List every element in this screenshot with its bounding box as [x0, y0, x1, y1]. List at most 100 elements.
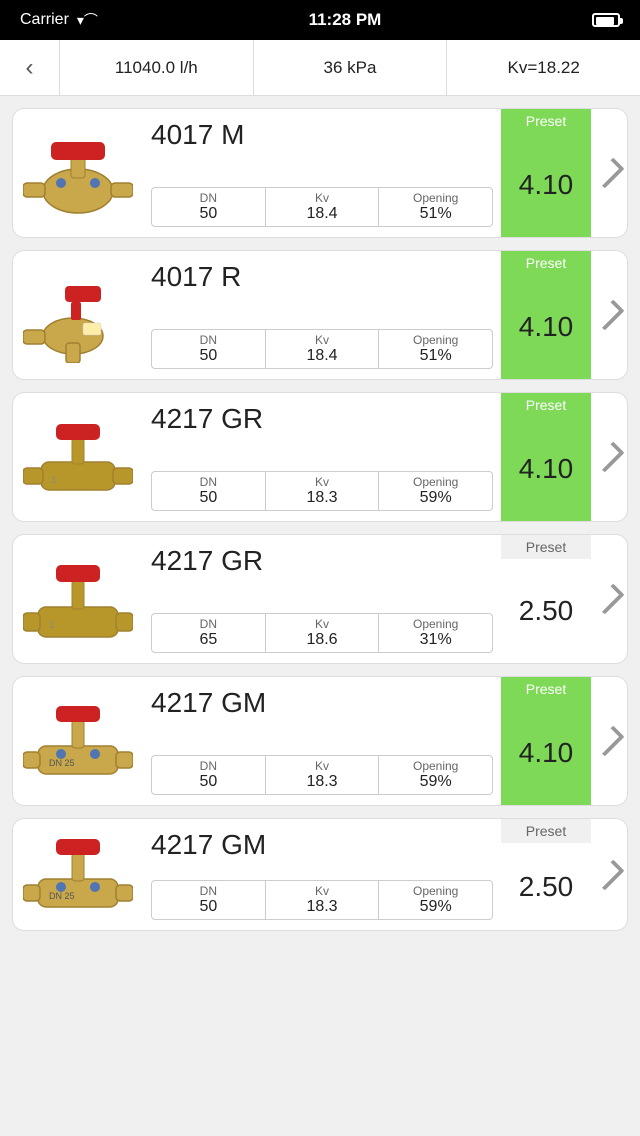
opening-value: 31%	[420, 631, 452, 649]
dn-label: DN	[200, 884, 217, 898]
spec-dn: DN 50	[152, 472, 266, 510]
opening-label: Opening	[413, 333, 458, 347]
dn-value: 50	[199, 773, 217, 791]
status-right	[592, 13, 620, 27]
spec-kv: Kv 18.4	[266, 188, 380, 226]
spec-kv: Kv 18.6	[266, 614, 380, 652]
opening-label: Opening	[413, 617, 458, 631]
preset-value: 4.10	[501, 701, 591, 805]
valve-preset-area: Preset 4.10	[501, 109, 591, 237]
valve-info: 4017 M DN 50 Kv 18.4 Opening 51%	[143, 109, 501, 237]
preset-label: Preset	[501, 819, 591, 843]
valve-specs: DN 50 Kv 18.4 Opening 51%	[151, 329, 493, 369]
carrier-label: Carrier	[20, 11, 69, 29]
valve-info: 4217 GM DN 50 Kv 18.3 Opening 59%	[143, 819, 501, 930]
valve-image: 1	[13, 535, 143, 663]
dn-value: 50	[199, 205, 217, 223]
valve-info: 4217 GR DN 50 Kv 18.3 Opening 59%	[143, 393, 501, 521]
header-pressure: 36 kPa	[254, 40, 448, 95]
valve-name: 4217 GR	[151, 545, 493, 577]
valve-name: 4017 M	[151, 119, 493, 151]
preset-value: 2.50	[501, 559, 591, 663]
header-bar: ‹ 11040.0 l/h 36 kPa Kv=18.22	[0, 40, 640, 96]
preset-label: Preset	[501, 535, 591, 559]
preset-value: 4.10	[501, 275, 591, 379]
spec-dn: DN 50	[152, 756, 266, 794]
valve-detail-button[interactable]	[591, 393, 627, 521]
back-button[interactable]: ‹	[0, 40, 60, 95]
spec-kv: Kv 18.3	[266, 472, 380, 510]
spec-dn: DN 50	[152, 330, 266, 368]
opening-label: Opening	[413, 191, 458, 205]
valve-detail-button[interactable]	[591, 251, 627, 379]
valve-card: 4017 M DN 50 Kv 18.4 Opening 51% Preset …	[12, 108, 628, 238]
svg-text:1: 1	[49, 620, 55, 631]
kv-value: 18.6	[306, 631, 337, 649]
chevron-right-icon	[593, 583, 624, 614]
kv-label: Kv	[315, 884, 329, 898]
opening-value: 59%	[420, 898, 452, 916]
valve-image: DN 25	[13, 819, 143, 930]
spec-kv: Kv 18.4	[266, 330, 380, 368]
kv-value: 18.3	[306, 898, 337, 916]
header-stats: 11040.0 l/h 36 kPa Kv=18.22	[60, 40, 640, 95]
kv-label: Kv	[315, 617, 329, 631]
valve-specs: DN 50 Kv 18.3 Opening 59%	[151, 471, 493, 511]
spec-kv: Kv 18.3	[266, 881, 380, 919]
preset-label: Preset	[501, 251, 591, 275]
dn-label: DN	[200, 617, 217, 631]
svg-text:1: 1	[51, 475, 57, 486]
valve-specs: DN 50 Kv 18.4 Opening 51%	[151, 187, 493, 227]
header-kv: Kv=18.22	[447, 40, 640, 95]
spec-dn: DN 65	[152, 614, 266, 652]
valve-card: DN 25 4217 GM DN 50 Kv 18.3 Opening 59%	[12, 818, 628, 931]
spec-dn: DN 50	[152, 188, 266, 226]
valve-specs: DN 65 Kv 18.6 Opening 31%	[151, 613, 493, 653]
opening-value: 59%	[420, 773, 452, 791]
opening-value: 51%	[420, 205, 452, 223]
valve-info: 4217 GR DN 65 Kv 18.6 Opening 31%	[143, 535, 501, 663]
valve-name: 4217 GM	[151, 687, 493, 719]
valve-name: 4217 GM	[151, 829, 493, 861]
spec-opening: Opening 51%	[379, 330, 492, 368]
valve-image	[13, 109, 143, 237]
valve-card: DN 25 4217 GM DN 50 Kv 18.3 Opening 59%	[12, 676, 628, 806]
valve-detail-button[interactable]	[591, 677, 627, 805]
wifi-icon: ▾⌒	[77, 10, 98, 30]
status-left: Carrier ▾⌒	[20, 10, 98, 30]
dn-value: 50	[199, 347, 217, 365]
valve-info: 4217 GM DN 50 Kv 18.3 Opening 59%	[143, 677, 501, 805]
valve-detail-button[interactable]	[591, 819, 627, 930]
kv-value: 18.3	[306, 489, 337, 507]
preset-value: 4.10	[501, 133, 591, 237]
preset-value: 4.10	[501, 417, 591, 521]
opening-label: Opening	[413, 884, 458, 898]
chevron-right-icon	[593, 157, 624, 188]
opening-value: 51%	[420, 347, 452, 365]
spec-opening: Opening 59%	[379, 756, 492, 794]
spec-opening: Opening 51%	[379, 188, 492, 226]
valve-detail-button[interactable]	[591, 109, 627, 237]
opening-value: 59%	[420, 489, 452, 507]
header-flow: 11040.0 l/h	[60, 40, 254, 95]
kv-label: Kv	[315, 191, 329, 205]
valve-image	[13, 251, 143, 379]
valve-detail-button[interactable]	[591, 535, 627, 663]
valve-specs: DN 50 Kv 18.3 Opening 59%	[151, 880, 493, 920]
kv-label: Kv	[315, 333, 329, 347]
preset-label: Preset	[501, 109, 591, 133]
valve-info: 4017 R DN 50 Kv 18.4 Opening 51%	[143, 251, 501, 379]
preset-label: Preset	[501, 393, 591, 417]
kv-value: 18.4	[306, 347, 337, 365]
chevron-right-icon	[593, 299, 624, 330]
opening-label: Opening	[413, 475, 458, 489]
back-icon: ‹	[26, 54, 34, 82]
valve-preset-area: Preset 2.50	[501, 819, 591, 930]
status-bar: Carrier ▾⌒ 11:28 PM	[0, 0, 640, 40]
status-time: 11:28 PM	[309, 10, 382, 30]
battery-icon	[592, 13, 620, 27]
spec-kv: Kv 18.3	[266, 756, 380, 794]
preset-label: Preset	[501, 677, 591, 701]
spec-opening: Opening 59%	[379, 881, 492, 919]
kv-label: Kv	[315, 475, 329, 489]
